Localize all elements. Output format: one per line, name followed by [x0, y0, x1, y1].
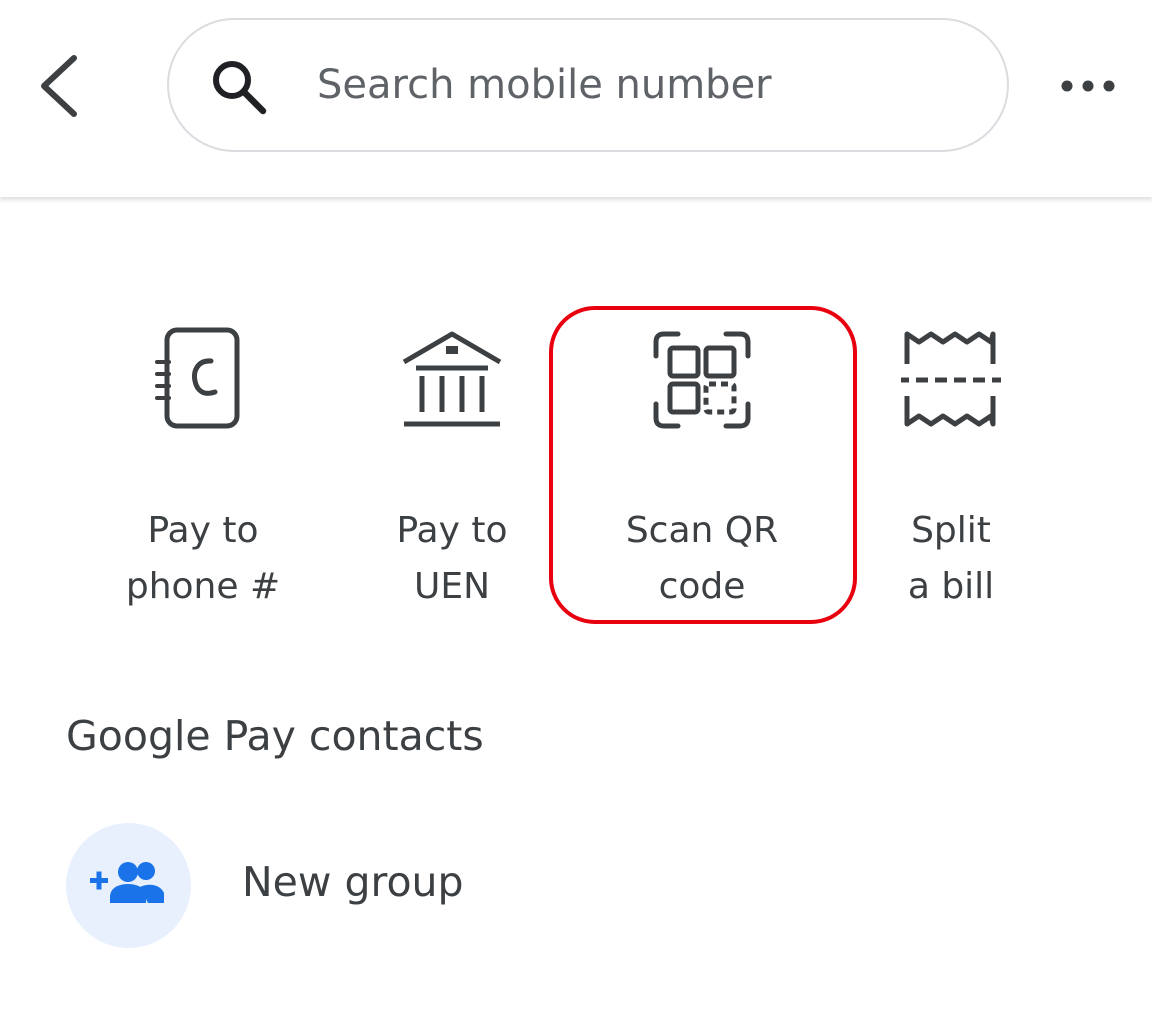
- highlight-box: [549, 306, 857, 624]
- search-input[interactable]: [317, 50, 917, 120]
- search-bar[interactable]: [167, 18, 1009, 152]
- action-label: Pay to UEN: [396, 510, 508, 607]
- group-add-icon: [90, 862, 164, 903]
- receipt-icon: [901, 331, 1001, 427]
- search-icon: [213, 61, 267, 115]
- pay-to-phone-action[interactable]: Pay to phone #: [83, 320, 323, 620]
- top-app-bar: [0, 0, 1152, 197]
- new-group-item[interactable]: New group: [66, 823, 666, 948]
- action-label: Pay to phone #: [125, 510, 281, 607]
- action-label: Split a bill: [907, 510, 995, 607]
- more-horiz-icon: [1061, 80, 1115, 92]
- chevron-left-icon: [41, 55, 77, 117]
- new-group-label: New group: [242, 858, 464, 906]
- contact-book-icon: [155, 327, 240, 429]
- back-button[interactable]: [28, 46, 98, 126]
- pay-to-uen-action[interactable]: Pay to UEN: [332, 320, 572, 620]
- bank-icon: [402, 331, 502, 427]
- section-title: Google Pay contacts: [66, 712, 484, 760]
- avatar: [66, 823, 191, 948]
- more-options-button[interactable]: [1058, 68, 1118, 104]
- split-a-bill-action[interactable]: Split a bill: [831, 320, 1071, 620]
